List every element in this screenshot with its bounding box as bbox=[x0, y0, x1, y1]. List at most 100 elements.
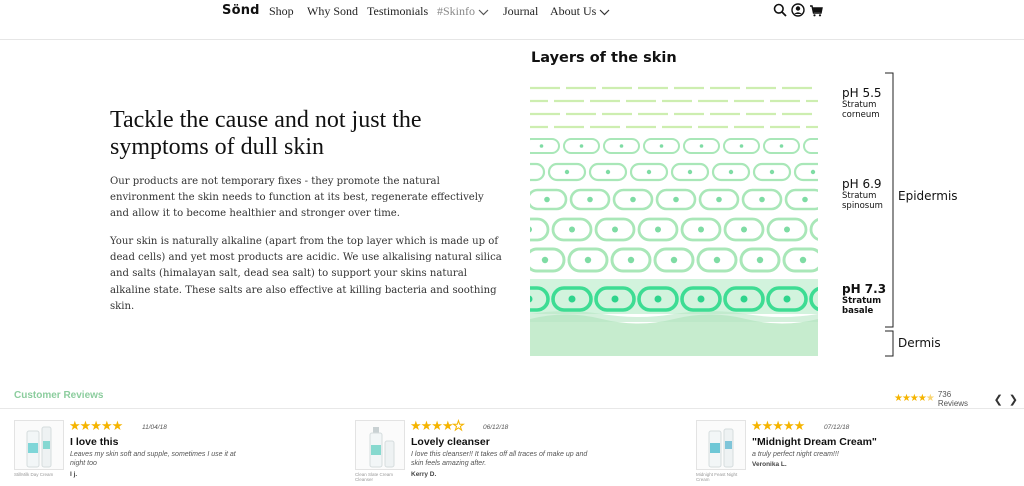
cell-nucleus bbox=[740, 295, 748, 303]
nav-shop[interactable]: Shop bbox=[269, 4, 294, 19]
review-date: 11/04/18 bbox=[142, 424, 167, 431]
ph-value: pH 5.5 bbox=[842, 86, 882, 100]
skin-cell bbox=[530, 138, 560, 154]
nav-testimonials[interactable]: Testimonials bbox=[367, 4, 428, 19]
alkaline-paragraph: Your skin is naturally alkaline (apart f… bbox=[110, 236, 502, 312]
nav-skinfo[interactable]: #Skinfo bbox=[437, 4, 489, 19]
skin-cell bbox=[803, 138, 820, 154]
carousel-arrows: ❮❯ bbox=[994, 393, 1024, 406]
cell-nucleus bbox=[654, 295, 662, 303]
cell-nucleus bbox=[630, 196, 636, 203]
layer-label-corneum: pH 5.5 Stratum corneum bbox=[842, 86, 890, 120]
cell-nucleus bbox=[728, 169, 734, 175]
cell-nucleus bbox=[655, 226, 661, 233]
arrow-right-icon[interactable]: ❯ bbox=[1009, 394, 1024, 406]
review-card[interactable]: Midnight Feast Night Cream ★★★★★ 07/12/1… bbox=[696, 419, 1024, 482]
review-count: 736 Reviews bbox=[937, 390, 969, 408]
review-author: Kerry D. bbox=[411, 471, 437, 478]
cell-nucleus bbox=[646, 169, 652, 175]
review-stars: ★★★★★ bbox=[751, 419, 805, 434]
cell-nucleus bbox=[544, 196, 550, 203]
cell-nucleus bbox=[687, 169, 693, 175]
cell-nucleus bbox=[713, 256, 721, 264]
nav-about-us[interactable]: About Us bbox=[550, 4, 610, 19]
product-name: Clean Slate Cream Cleanser bbox=[355, 472, 394, 482]
product-image bbox=[355, 420, 405, 470]
product-name: StillMilk Day Cream bbox=[14, 472, 54, 477]
review-card[interactable]: StillMilk Day Cream ★★★★★ 11/04/18 I lov… bbox=[14, 420, 344, 480]
dermis-label: Dermis bbox=[898, 336, 941, 350]
cell-nucleus bbox=[619, 144, 624, 148]
skin-cell bbox=[530, 162, 546, 182]
cell-nucleus bbox=[673, 196, 679, 203]
cell-nucleus bbox=[716, 196, 722, 203]
review-stars: ★★★★★ bbox=[410, 419, 465, 434]
cell-nucleus bbox=[539, 144, 544, 148]
cell-nucleus bbox=[670, 256, 678, 264]
cell-nucleus bbox=[564, 169, 570, 175]
cell-nucleus bbox=[612, 226, 618, 233]
cell-nucleus bbox=[810, 169, 816, 175]
skin-cell bbox=[793, 162, 820, 182]
ph-value: pH 7.3 bbox=[842, 282, 887, 296]
reviews-summary: ★★★★★ 736 Reviews ❮❯ bbox=[894, 390, 1024, 408]
chevron-down-icon bbox=[478, 9, 489, 16]
layer-label-basale: pH 7.3 Stratum basale bbox=[842, 282, 886, 316]
review-title: I love this bbox=[70, 436, 119, 448]
brand-logo[interactable]: Sönd bbox=[222, 3, 260, 18]
layer-name: Stratum corneum bbox=[842, 100, 880, 120]
cell-nucleus bbox=[756, 256, 764, 264]
cell-nucleus bbox=[802, 196, 808, 203]
skin-layers-diagram bbox=[530, 74, 820, 359]
cell-nucleus bbox=[568, 295, 576, 303]
review-stars: ★★★★★ bbox=[69, 419, 123, 434]
cell-nucleus bbox=[759, 196, 765, 203]
reviews-title: Customer Reviews bbox=[14, 390, 104, 401]
cell-nucleus bbox=[697, 295, 705, 303]
review-body: I love this cleanser!! It takes off all … bbox=[411, 451, 588, 467]
page-headline: Tackle the cause and not just the sympto… bbox=[110, 107, 422, 160]
cell-nucleus bbox=[569, 226, 575, 233]
cell-nucleus bbox=[698, 226, 704, 233]
diagram-edge bbox=[818, 74, 820, 359]
review-author: Veronika L. bbox=[752, 461, 787, 468]
review-date: 07/12/18 bbox=[824, 424, 850, 431]
review-author: I j. bbox=[70, 471, 78, 478]
intro-paragraph: Our products are not temporary fixes - t… bbox=[110, 176, 484, 220]
cell-nucleus bbox=[530, 226, 532, 233]
review-card[interactable]: Clean Slate Cream Cleanser ★★★★★ 06/12/1… bbox=[355, 419, 685, 482]
review-body: a truly perfect night cream!!! bbox=[752, 451, 839, 458]
review-date: 06/12/18 bbox=[483, 424, 509, 431]
cell-nucleus bbox=[627, 256, 635, 264]
search-icon[interactable] bbox=[773, 3, 787, 17]
cell-nucleus bbox=[769, 169, 775, 175]
cell-nucleus bbox=[579, 144, 584, 148]
review-body: Leaves my skin soft and supple, sometime… bbox=[70, 451, 236, 467]
cell-nucleus bbox=[611, 295, 619, 303]
nav-skinfo-label: #Skinfo bbox=[437, 4, 476, 18]
cell-nucleus bbox=[659, 144, 664, 148]
cell-nucleus bbox=[779, 144, 784, 148]
product-image bbox=[696, 420, 746, 470]
diagram-title: Layers of the skin bbox=[531, 50, 677, 66]
cell-nucleus bbox=[784, 226, 790, 233]
nav-about-us-label: About Us bbox=[550, 4, 597, 18]
arrow-left-icon[interactable]: ❮ bbox=[994, 394, 1009, 406]
product-name: Midnight Feast Night Cream bbox=[696, 472, 738, 482]
epidermis-bracket bbox=[885, 72, 894, 357]
reviews-divider bbox=[0, 408, 1024, 409]
cell-nucleus bbox=[584, 256, 592, 264]
product-image bbox=[14, 420, 64, 470]
nav-icons bbox=[773, 3, 823, 17]
nav-journal[interactable]: Journal bbox=[503, 4, 538, 19]
layer-name: Stratum basale bbox=[842, 296, 882, 316]
cell-nucleus bbox=[699, 144, 704, 148]
account-icon[interactable] bbox=[791, 3, 805, 17]
cart-icon[interactable] bbox=[809, 3, 823, 17]
cell-nucleus bbox=[541, 256, 549, 264]
cell-nucleus bbox=[741, 226, 747, 233]
epidermis-label: Epidermis bbox=[898, 189, 958, 203]
nav-why-sond[interactable]: Why Sond bbox=[307, 4, 358, 19]
skin-cell bbox=[530, 217, 550, 242]
cell-nucleus bbox=[783, 295, 791, 303]
